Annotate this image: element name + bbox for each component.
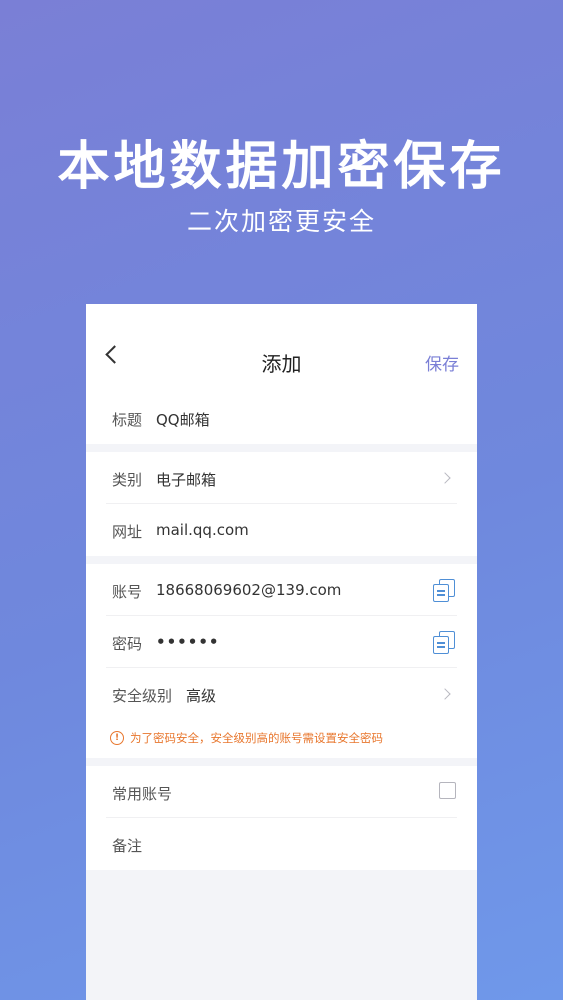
url-label: 网址 [112, 523, 143, 541]
security-level-value: 高级 [186, 687, 217, 705]
password-label: 密码 [112, 635, 143, 653]
title-input[interactable]: QQ邮箱 [156, 409, 210, 430]
account-row[interactable]: 账号 18668069602@139.com [86, 564, 477, 616]
warning-message: ! 为了密码安全，安全级别高的账号需设置安全密码 [110, 730, 383, 746]
url-row[interactable]: 网址 mail.qq.com [86, 504, 477, 556]
password-input[interactable]: •••••• [156, 633, 220, 651]
app-screen: 添加 保存 标题 QQ邮箱 类别 电子邮箱 网址 mail.qq.com 账号 … [86, 304, 477, 1000]
category-group: 类别 电子邮箱 网址 mail.qq.com [86, 452, 477, 556]
password-row[interactable]: 密码 •••••• [86, 616, 477, 668]
exclamation-circle-icon: ! [110, 731, 124, 745]
title-label: 标题 [112, 411, 143, 429]
account-label: 账号 [112, 583, 143, 601]
nav-bar: 添加 保存 [86, 304, 477, 396]
category-row[interactable]: 类别 电子邮箱 [86, 452, 477, 504]
security-level-row[interactable]: 安全级别 高级 [86, 668, 477, 720]
common-account-label: 常用账号 [112, 785, 173, 803]
note-row[interactable]: 备注 [86, 818, 477, 870]
save-button[interactable]: 保存 [425, 350, 459, 375]
common-account-checkbox[interactable] [439, 782, 456, 799]
hero-subtitle: 二次加密更安全 [186, 207, 376, 236]
common-account-row[interactable]: 常用账号 [86, 766, 477, 818]
account-input[interactable]: 18668069602@139.com [156, 581, 341, 599]
hero-title: 本地数据加密保存 [57, 137, 506, 197]
title-group: 标题 QQ邮箱 [86, 392, 477, 444]
chevron-right-icon [439, 688, 451, 700]
warning-text: 为了密码安全，安全级别高的账号需设置安全密码 [130, 731, 383, 745]
copy-icon[interactable] [433, 579, 455, 602]
extra-group: 常用账号 备注 [86, 766, 477, 870]
security-level-label: 安全级别 [112, 687, 173, 705]
copy-icon[interactable] [433, 631, 455, 654]
category-label: 类别 [112, 471, 143, 489]
note-label: 备注 [112, 837, 143, 855]
chevron-right-icon [439, 472, 451, 484]
credentials-group: 账号 18668069602@139.com 密码 •••••• 安全级别 高级… [86, 564, 477, 758]
page-title: 添加 [261, 352, 302, 376]
url-input[interactable]: mail.qq.com [156, 521, 249, 539]
title-row[interactable]: 标题 QQ邮箱 [86, 392, 477, 444]
category-value: 电子邮箱 [156, 471, 217, 489]
